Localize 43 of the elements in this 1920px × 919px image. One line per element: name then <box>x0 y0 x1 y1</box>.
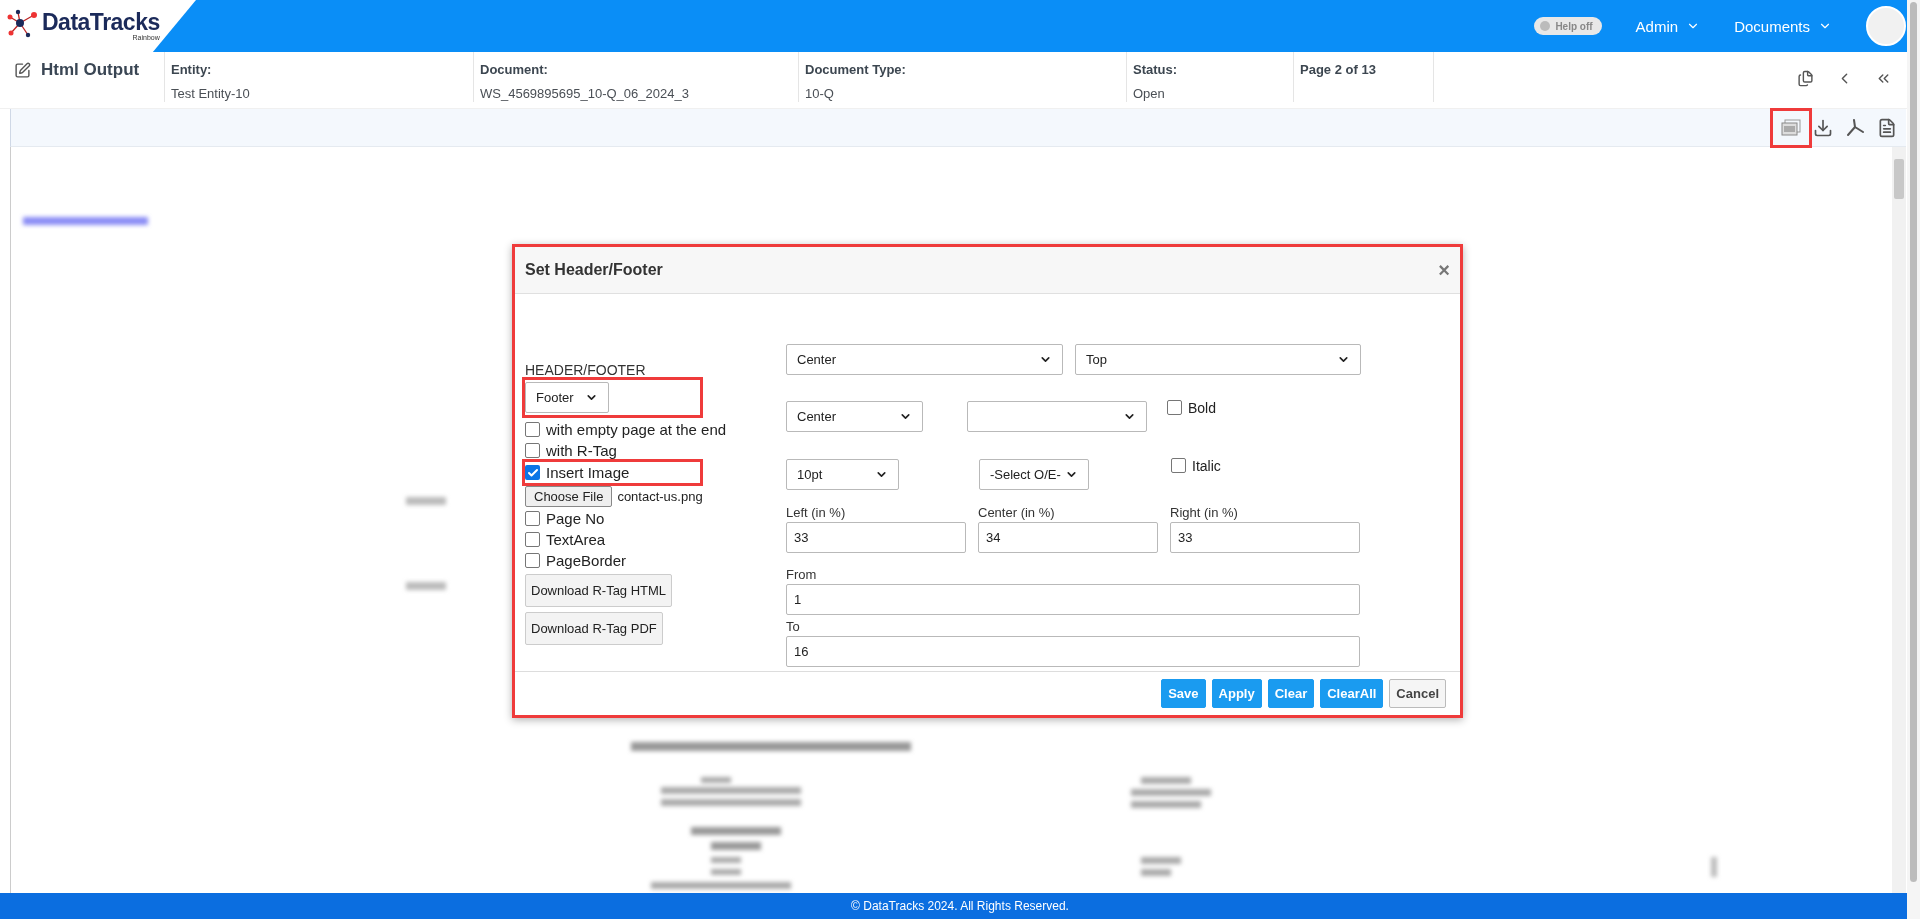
field-label: From <box>786 567 818 583</box>
dropdown-select[interactable]: Center <box>786 401 923 433</box>
section-label: HEADER/FOOTER <box>525 362 647 379</box>
download-button[interactable]: Download R-Tag PDF <box>525 612 663 646</box>
field-label: Document: <box>480 62 549 77</box>
checkbox-option[interactable]: Page No <box>525 508 786 530</box>
field-label: To <box>786 619 801 635</box>
field-value: WS_4569895695_10-Q_06_2024_3 <box>480 86 690 101</box>
page-range-input[interactable]: 1 <box>786 584 1360 616</box>
download-button[interactable]: Download R-Tag HTML <box>525 574 673 608</box>
page-title: Html Output <box>41 60 140 80</box>
field-label: Document Type: <box>805 62 907 77</box>
percent-input[interactable]: 33 <box>786 522 966 554</box>
field-value: Test Entity-10 <box>171 86 251 101</box>
field-label: Left (in %) <box>786 505 847 521</box>
field-value: Open <box>1133 86 1166 101</box>
dropdown-select[interactable]: Top <box>1075 344 1361 376</box>
percent-input[interactable]: 33 <box>1170 522 1360 554</box>
checkbox-option[interactable]: TextArea <box>525 529 786 551</box>
percent-input[interactable]: 34 <box>978 522 1158 554</box>
checkbox-option[interactable]: PageBorder <box>525 550 786 572</box>
type-select[interactable]: Footer <box>525 382 609 414</box>
checkbox-option[interactable]: with R-Tag <box>525 440 786 462</box>
checkbox-option[interactable]: Insert Image <box>525 462 630 484</box>
dropdown-select[interactable]: 10pt <box>786 459 899 491</box>
page-range-input[interactable]: 16 <box>786 636 1360 668</box>
dropdown-select[interactable]: Center <box>786 344 1063 376</box>
field-label: Right (in %) <box>1170 505 1239 521</box>
close-button[interactable]: × <box>1438 258 1450 282</box>
choose-file-button[interactable]: Choose File <box>525 486 613 507</box>
field-value: 10-Q <box>805 86 835 101</box>
file-name: contact-us.png <box>617 489 703 504</box>
field-label: Status: <box>1133 62 1179 77</box>
field-label: Center (in %) <box>978 505 1056 521</box>
checkbox-option[interactable]: Bold <box>1167 397 1341 419</box>
checkbox-option[interactable]: Italic <box>1171 455 1389 477</box>
checkbox-option[interactable]: with empty page at the end <box>525 419 786 441</box>
logo-text: DataTracks <box>42 11 160 34</box>
field-label: Page 2 of 13 <box>1300 62 1377 77</box>
dialog-title: Set Header/Footer <box>525 261 663 280</box>
dropdown-select[interactable]: -Select O/E- <box>979 459 1089 491</box>
dialog-button[interactable]: Cancel <box>1389 679 1446 709</box>
field-label: Entity: <box>171 62 213 77</box>
